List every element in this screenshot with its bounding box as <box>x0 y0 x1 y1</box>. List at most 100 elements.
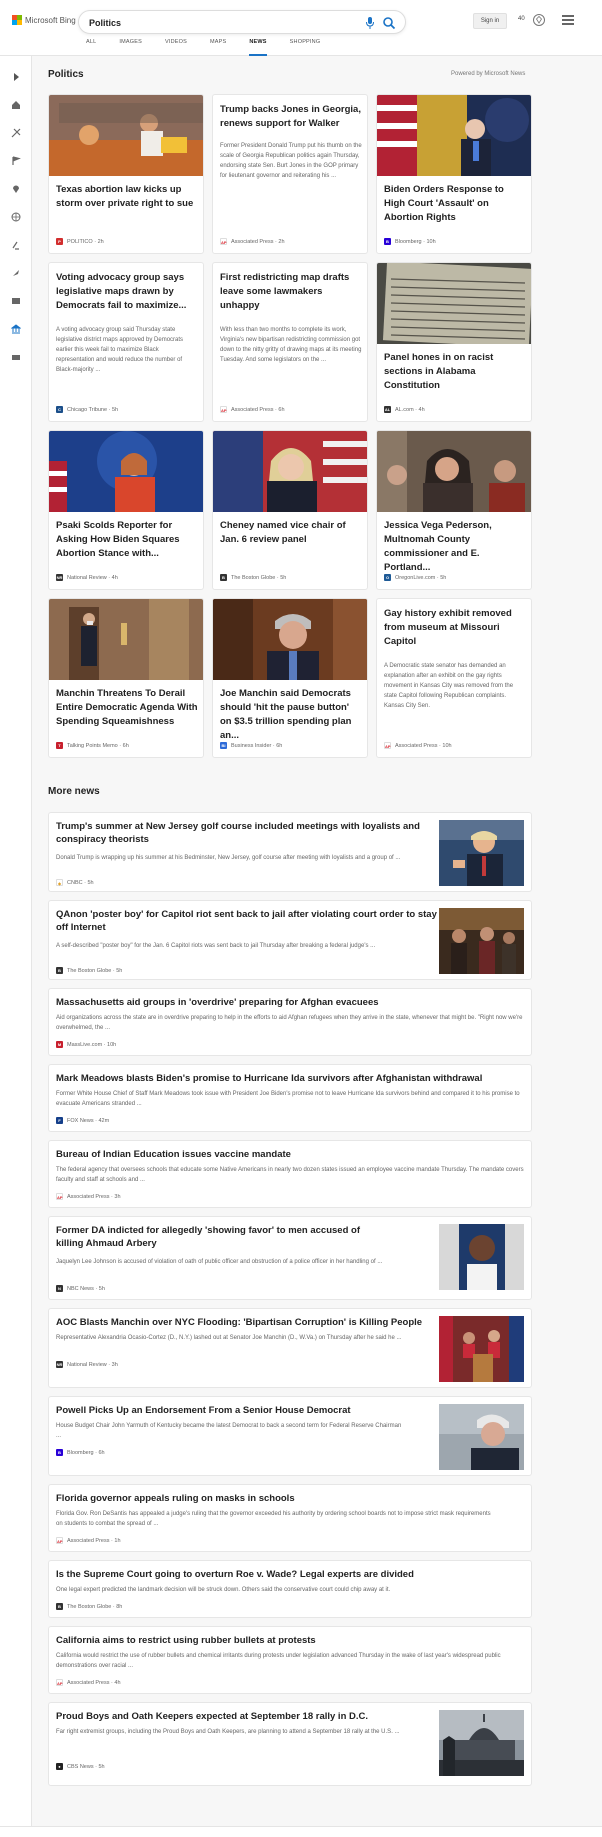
item-title[interactable]: Powell Picks Up an Endorsement From a Se… <box>56 1404 446 1417</box>
rocket-icon[interactable] <box>11 265 21 276</box>
science-icon[interactable] <box>11 237 21 250</box>
tab-images[interactable]: IMAGES <box>119 39 142 56</box>
card-title[interactable]: Panel hones in on racist sections in Ala… <box>384 351 526 393</box>
card-source[interactable]: NR National Review · 4h <box>56 574 118 581</box>
news-list-item[interactable]: Florida governor appeals ruling on masks… <box>48 1484 532 1552</box>
item-source[interactable]: B The Boston Globe · 8h <box>56 1603 122 1610</box>
item-source[interactable]: ◆ CNBC · 5h <box>56 879 94 886</box>
news-card[interactable]: Gay history exhibit removed from museum … <box>376 598 532 758</box>
rewards-icon[interactable] <box>532 13 546 27</box>
card-title[interactable]: Cheney named vice chair of Jan. 6 review… <box>220 519 362 547</box>
card-title[interactable]: Texas abortion law kicks up storm over p… <box>56 183 198 211</box>
item-title[interactable]: Massachusetts aid groups in 'overdrive' … <box>56 996 526 1009</box>
search-box[interactable] <box>78 10 406 34</box>
flag-icon[interactable] <box>11 153 21 165</box>
news-card[interactable]: Jessica Vega Pederson, Multnomah County … <box>376 430 532 590</box>
search-input[interactable] <box>89 15 339 31</box>
card-title[interactable]: Voting advocacy group says legislative m… <box>56 271 198 313</box>
location-icon[interactable] <box>11 181 21 193</box>
card-source[interactable]: P POLITICO · 2h <box>56 238 104 245</box>
money-icon[interactable] <box>11 349 21 360</box>
news-list-item[interactable]: Powell Picks Up an Endorsement From a Se… <box>48 1396 532 1476</box>
card-source[interactable]: BI Business Insider · 6h <box>220 742 282 749</box>
sign-in-button[interactable]: Sign in <box>473 13 507 29</box>
bing-logo[interactable]: Microsoft Bing <box>12 15 76 25</box>
item-source[interactable]: AP Associated Press · 3h <box>56 1193 121 1200</box>
card-title[interactable]: Biden Orders Response to High Court 'Ass… <box>384 183 526 225</box>
card-source[interactable]: B The Boston Globe · 5h <box>220 574 286 581</box>
card-source[interactable]: AP Associated Press · 2h <box>220 238 285 245</box>
tab-shopping[interactable]: SHOPPING <box>290 39 321 56</box>
news-card[interactable]: Cheney named vice chair of Jan. 6 review… <box>212 430 368 590</box>
microphone-icon[interactable] <box>365 16 375 30</box>
news-card[interactable]: Trump backs Jones in Georgia, renews sup… <box>212 94 368 254</box>
hamburger-menu-icon[interactable] <box>562 15 574 25</box>
news-card[interactable]: Psaki Scolds Reporter for Asking How Bid… <box>48 430 204 590</box>
expand-rail-icon[interactable] <box>11 69 21 81</box>
card-source[interactable]: O OregonLive.com · 5h <box>384 574 446 581</box>
home-icon[interactable] <box>11 97 21 109</box>
tab-maps[interactable]: MAPS <box>210 39 226 56</box>
news-list-item[interactable]: Proud Boys and Oath Keepers expected at … <box>48 1702 532 1786</box>
news-card[interactable]: Voting advocacy group says legislative m… <box>48 262 204 422</box>
card-source[interactable]: B Bloomberg · 10h <box>384 238 436 245</box>
card-title[interactable]: Joe Manchin said Democrats should 'hit t… <box>220 687 362 743</box>
item-title[interactable]: QAnon 'poster boy' for Capitol riot sent… <box>56 908 446 934</box>
more-news-title: More news <box>48 786 100 797</box>
item-description: The federal agency that oversees schools… <box>56 1167 524 1183</box>
news-list-item[interactable]: Bureau of Indian Education issues vaccin… <box>48 1140 532 1208</box>
card-title[interactable]: First redistricting map drafts leave som… <box>220 271 362 313</box>
card-title[interactable]: Gay history exhibit removed from museum … <box>384 607 526 649</box>
item-source[interactable]: AP Associated Press · 4h <box>56 1679 121 1686</box>
item-source[interactable]: M MassLive.com · 10h <box>56 1041 116 1048</box>
globe-icon[interactable] <box>11 209 21 222</box>
card-title[interactable]: Manchin Threatens To Derail Entire Democ… <box>56 687 198 729</box>
news-list-item[interactable]: Mark Meadows blasts Biden's promise to H… <box>48 1064 532 1132</box>
item-title[interactable]: Florida governor appeals ruling on masks… <box>56 1492 526 1505</box>
item-title[interactable]: Is the Supreme Court going to overturn R… <box>56 1568 526 1581</box>
search-tabs: ALL IMAGES VIDEOS MAPS NEWS SHOPPING <box>86 39 343 56</box>
tab-videos[interactable]: VIDEOS <box>165 39 187 56</box>
news-list-item[interactable]: Former DA indicted for allegedly 'showin… <box>48 1216 532 1300</box>
item-source[interactable]: B The Boston Globe · 5h <box>56 967 122 974</box>
item-title[interactable]: AOC Blasts Manchin over NYC Flooding: 'B… <box>56 1316 446 1329</box>
news-list-item[interactable]: Massachusetts aid groups in 'overdrive' … <box>48 988 532 1056</box>
news-card[interactable]: Texas abortion law kicks up storm over p… <box>48 94 204 254</box>
card-title[interactable]: Psaki Scolds Reporter for Asking How Bid… <box>56 519 198 561</box>
item-source[interactable]: F FOX News · 42m <box>56 1117 109 1124</box>
card-source[interactable]: C Chicago Tribune · 5h <box>56 406 118 413</box>
item-title[interactable]: Former DA indicted for allegedly 'showin… <box>56 1224 386 1250</box>
item-source[interactable]: N NBC News · 5h <box>56 1285 105 1292</box>
item-title[interactable]: Proud Boys and Oath Keepers expected at … <box>56 1710 446 1723</box>
item-title[interactable]: Bureau of Indian Education issues vaccin… <box>56 1148 526 1161</box>
card-source[interactable]: AP Associated Press · 6h <box>220 406 285 413</box>
card-source[interactable]: AL AL.com · 4h <box>384 406 425 413</box>
politics-icon[interactable] <box>10 321 22 334</box>
card-title[interactable]: Jessica Vega Pederson, Multnomah County … <box>384 519 526 575</box>
item-source[interactable]: B Bloomberg · 6h <box>56 1449 105 1456</box>
item-title[interactable]: Trump's summer at New Jersey golf course… <box>56 820 446 846</box>
search-icon[interactable] <box>382 16 396 30</box>
tab-all[interactable]: ALL <box>86 39 96 56</box>
news-card[interactable]: Joe Manchin said Democrats should 'hit t… <box>212 598 368 758</box>
entertainment-icon[interactable] <box>11 293 21 304</box>
item-title[interactable]: Mark Meadows blasts Biden's promise to H… <box>56 1072 526 1085</box>
news-list-item[interactable]: AOC Blasts Manchin over NYC Flooding: 'B… <box>48 1308 532 1388</box>
item-source[interactable]: NR National Review · 3h <box>56 1361 118 1368</box>
news-list-item[interactable]: Is the Supreme Court going to overturn R… <box>48 1560 532 1618</box>
news-list-item[interactable]: California aims to restrict using rubber… <box>48 1626 532 1694</box>
news-card[interactable]: Panel hones in on racist sections in Ala… <box>376 262 532 422</box>
news-card[interactable]: Biden Orders Response to High Court 'Ass… <box>376 94 532 254</box>
sports-icon[interactable] <box>11 125 21 138</box>
news-list-item[interactable]: QAnon 'poster boy' for Capitol riot sent… <box>48 900 532 980</box>
card-title[interactable]: Trump backs Jones in Georgia, renews sup… <box>220 103 362 131</box>
item-title[interactable]: California aims to restrict using rubber… <box>56 1634 526 1647</box>
item-source[interactable]: AP Associated Press · 1h <box>56 1537 121 1544</box>
news-card[interactable]: Manchin Threatens To Derail Entire Democ… <box>48 598 204 758</box>
tab-news[interactable]: NEWS <box>249 39 267 56</box>
item-source[interactable]: ● CBS News · 5h <box>56 1763 105 1770</box>
news-card[interactable]: First redistricting map drafts leave som… <box>212 262 368 422</box>
news-list-item[interactable]: Trump's summer at New Jersey golf course… <box>48 812 532 892</box>
card-source[interactable]: T Talking Points Memo · 6h <box>56 742 129 749</box>
card-source[interactable]: AP Associated Press · 10h <box>384 742 452 749</box>
